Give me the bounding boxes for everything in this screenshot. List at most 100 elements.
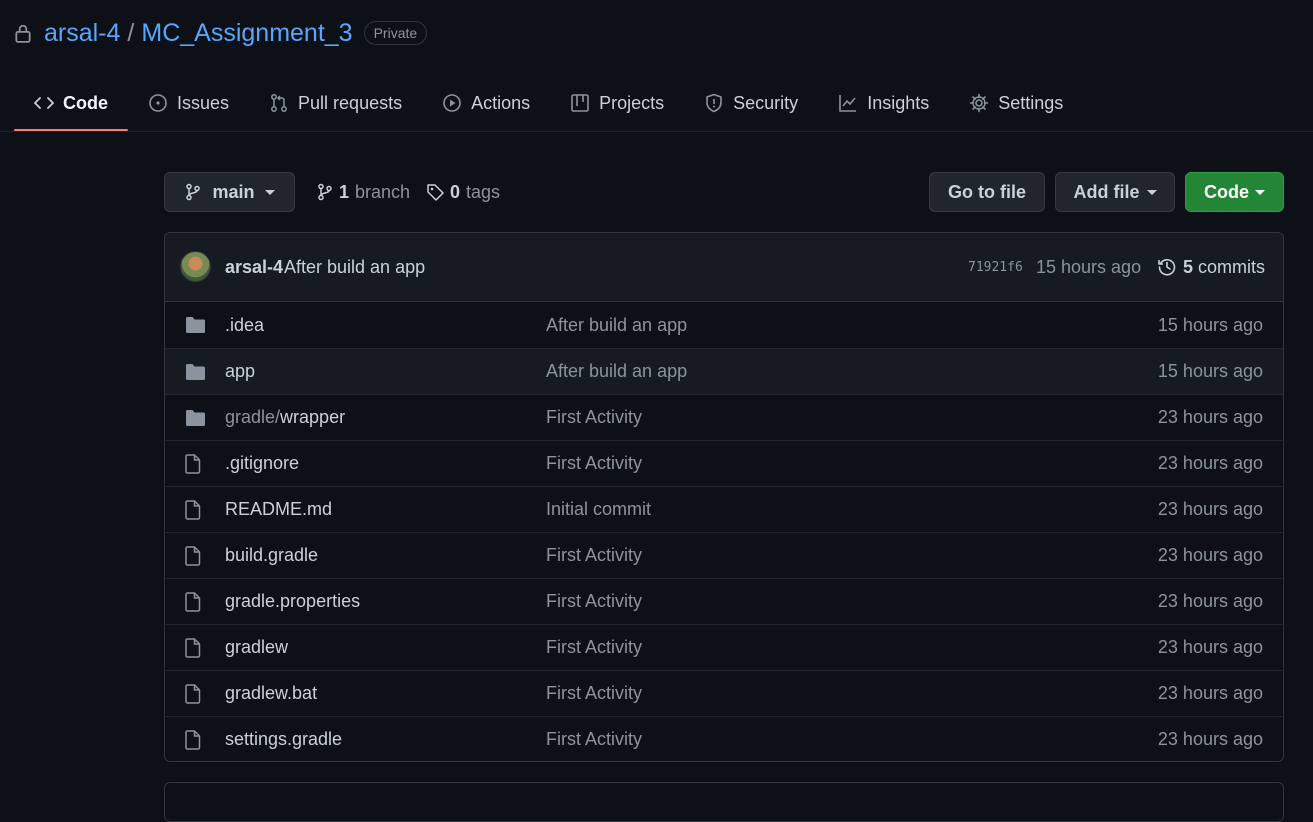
file-name: gradlew.bat	[225, 683, 318, 703]
file-row[interactable]: README.md Initial commit 23 hours ago	[165, 486, 1283, 532]
go-to-file-button[interactable]: Go to file	[929, 172, 1045, 212]
lock-icon	[14, 22, 34, 44]
file-list: .idea After build an app 15 hours ago app Af…	[165, 302, 1283, 761]
repo-owner-link[interactable]: arsal-4	[44, 19, 120, 48]
tab-issues[interactable]: Issues	[128, 78, 249, 128]
file-commit-message-link[interactable]: First Activity	[546, 453, 642, 474]
commit-time: 15 hours ago	[1036, 256, 1142, 277]
file-commit-message-link[interactable]: First Activity	[546, 545, 642, 566]
file-commit-message-link[interactable]: First Activity	[546, 407, 642, 428]
file-name: build.gradle	[225, 545, 319, 565]
file-commit-time: 23 hours ago	[1157, 407, 1263, 427]
tab-actions[interactable]: Actions	[422, 78, 550, 128]
tag-icon	[426, 183, 445, 202]
commit-message-link[interactable]: After build an app	[284, 257, 425, 278]
file-row[interactable]: gradlew First Activity 23 hours ago	[165, 624, 1283, 670]
file-commit-message-link[interactable]: First Activity	[546, 591, 642, 612]
file-name-link[interactable]: README.md	[225, 499, 332, 520]
tab-code[interactable]: Code	[14, 78, 128, 131]
file-name-link[interactable]: app	[225, 361, 255, 382]
tag-label: tags	[466, 181, 501, 202]
file-commit-time: 23 hours ago	[1157, 683, 1263, 703]
file-name: settings.gradle	[225, 729, 343, 749]
branch-label: branch	[355, 181, 411, 202]
file-row[interactable]: settings.gradle First Activity 23 hours ag…	[165, 716, 1283, 761]
git-branch-icon	[316, 183, 334, 201]
file-commit-time: 23 hours ago	[1157, 499, 1263, 519]
repo-toolbar: main 1 branch 0 tags Go to file Add file…	[164, 172, 1284, 212]
repo-nav-tabs: Code Issues Pull requests Actions Projec…	[14, 78, 1083, 132]
history-icon	[1157, 257, 1177, 277]
chevron-down-icon	[264, 189, 275, 195]
file-row[interactable]: app After build an app 15 hours ago	[165, 348, 1283, 394]
file-commit-time: 23 hours ago	[1157, 545, 1263, 565]
file-row[interactable]: gradlew.bat First Activity 23 hours ago	[165, 670, 1283, 716]
code-dropdown-button[interactable]: Code	[1185, 172, 1284, 212]
branch-name: main	[212, 181, 255, 202]
file-commit-message-link[interactable]: After build an app	[546, 361, 687, 382]
repo-name-link[interactable]: MC_Assignment_3	[141, 19, 352, 48]
file-name: .gitignore	[225, 453, 300, 473]
file-name-link[interactable]: .idea	[225, 315, 264, 336]
file-name-link[interactable]: gradle/wrapper	[225, 407, 345, 428]
tab-label: Issues	[177, 92, 230, 113]
file-row[interactable]: build.gradle First Activity 23 hours ago	[165, 532, 1283, 578]
table-icon	[570, 93, 590, 113]
tab-security[interactable]: Security	[684, 78, 818, 128]
tags-link[interactable]: 0 tags	[426, 172, 500, 212]
commit-author-link[interactable]: arsal-4	[225, 257, 283, 278]
tab-label: Pull requests	[298, 92, 403, 113]
file-name-link[interactable]: settings.gradle	[225, 729, 342, 750]
tab-label: Code	[63, 92, 108, 113]
file-name: README.md	[225, 499, 333, 519]
tab-label: Security	[733, 92, 799, 113]
file-row[interactable]: gradle/wrapper First Activity 23 hours ago	[165, 394, 1283, 440]
add-file-button[interactable]: Add file	[1055, 172, 1175, 212]
avatar[interactable]	[180, 251, 211, 282]
file-row[interactable]: .idea After build an app 15 hours ago	[165, 302, 1283, 348]
file-name: app	[225, 361, 256, 381]
visibility-badge: Private	[363, 21, 428, 45]
file-name-link[interactable]: build.gradle	[225, 545, 318, 566]
file-commit-time: 23 hours ago	[1157, 729, 1263, 749]
file-icon	[185, 592, 206, 612]
tab-label: Actions	[471, 92, 531, 113]
tab-label: Insights	[867, 92, 930, 113]
commits-history-link[interactable]: 5 commits	[1157, 257, 1265, 278]
file-commit-message-link[interactable]: First Activity	[546, 683, 642, 704]
file-name-link[interactable]: gradlew.bat	[225, 683, 317, 704]
file-commit-message-link[interactable]: Initial commit	[546, 499, 651, 520]
commit-count: 5	[1183, 256, 1194, 277]
issue-opened-icon	[148, 93, 168, 113]
repo-title: arsal-4 / MC_Assignment_3 Private	[14, 16, 428, 50]
file-name-prefix: gradle/	[225, 407, 281, 427]
file-name-link[interactable]: gradlew	[225, 637, 288, 658]
git-pull-request-icon	[269, 93, 289, 113]
tab-insights[interactable]: Insights	[818, 78, 949, 128]
file-icon	[185, 546, 206, 566]
commit-sha-link[interactable]: 71921f6	[968, 260, 1023, 275]
file-icon	[185, 500, 206, 520]
branches-link[interactable]: 1 branch	[316, 172, 410, 212]
folder-icon	[185, 362, 206, 382]
tab-projects[interactable]: Projects	[550, 78, 684, 128]
folder-icon	[185, 408, 206, 428]
file-commit-message-link[interactable]: First Activity	[546, 729, 642, 750]
commit-count-label: commits	[1198, 256, 1266, 277]
file-row[interactable]: gradle.properties First Activity 23 hours …	[165, 578, 1283, 624]
code-icon	[34, 93, 54, 113]
file-row[interactable]: .gitignore First Activity 23 hours ago	[165, 440, 1283, 486]
branch-count: 1	[339, 181, 350, 202]
file-commit-message-link[interactable]: First Activity	[546, 637, 642, 658]
readme-panel	[164, 782, 1284, 822]
tab-settings[interactable]: Settings	[949, 78, 1083, 128]
tab-pull-requests[interactable]: Pull requests	[249, 78, 422, 128]
file-commit-time: 15 hours ago	[1157, 314, 1263, 335]
file-name: .idea	[225, 314, 265, 335]
file-name-link[interactable]: .gitignore	[225, 453, 299, 474]
file-commit-message-link[interactable]: After build an app	[546, 315, 687, 336]
file-name-link[interactable]: gradle.properties	[225, 591, 360, 612]
git-branch-icon	[184, 183, 202, 201]
branch-select-button[interactable]: main	[164, 172, 295, 212]
file-commit-time: 23 hours ago	[1157, 453, 1263, 473]
